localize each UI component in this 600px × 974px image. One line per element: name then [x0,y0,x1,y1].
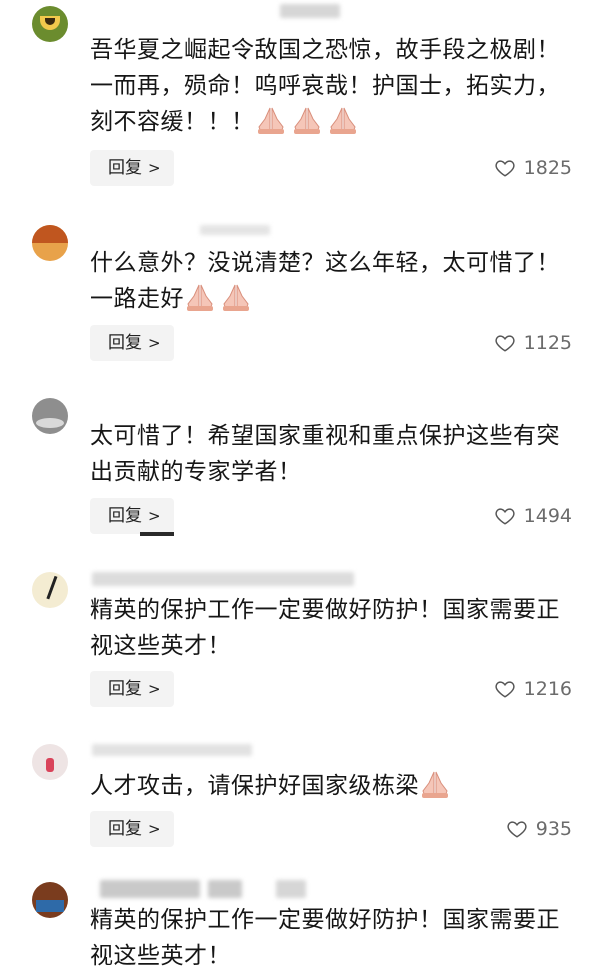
reply-button[interactable]: 回复 > [90,671,174,707]
chevron-right-icon: > [148,680,161,698]
folded-hands-emoji [187,284,213,311]
like-button[interactable]: 1216 [494,671,572,707]
avatar[interactable] [32,398,68,434]
username-blurred [280,4,340,18]
like-count: 1216 [523,678,572,700]
comment-text: 人才攻击，请保护好国家级栋梁 [90,768,570,811]
avatar[interactable] [32,572,68,608]
image-fragment [140,532,174,536]
username-blurred [100,880,200,898]
username-blurred [92,572,354,586]
like-count: 1494 [523,505,572,527]
reply-button[interactable]: 回复 > [90,498,174,534]
like-count: 1825 [523,157,572,179]
comment-text: 精英的保护工作一定要做好防护！国家需要正视这些英才！ [90,907,560,969]
heart-outline-icon [495,335,515,352]
heart-outline-icon [495,160,515,177]
like-button[interactable]: 1494 [494,498,572,534]
heart-outline-icon [495,508,515,525]
avatar[interactable] [32,6,68,42]
reply-button[interactable]: 回复 > [90,811,174,847]
comment-text: 吾华夏之崛起令敌国之恐惊，故手段之极剧！一而再，殒命！呜呼哀哉！护国士，拓实力，… [90,37,560,135]
folded-hands-emoji [257,107,284,134]
reply-button[interactable]: 回复 > [90,325,174,361]
heart-outline-icon [495,681,515,698]
username-blurred [200,225,270,235]
heart-outline-icon [507,821,527,838]
comment-text: 什么意外？没说清楚？这么年轻，太可惜了！一路走好 [90,250,560,312]
folded-hands-emoji [223,284,249,311]
reply-button[interactable]: 回复 > [90,150,174,186]
like-count: 935 [535,818,572,840]
comment-text: 精英的保护工作一定要做好防护！国家需要正视这些英才！ [90,597,560,659]
chevron-right-icon: > [148,159,161,177]
chevron-right-icon: > [148,507,161,525]
avatar[interactable] [32,744,68,780]
folded-hands-emoji [329,107,356,134]
avatar[interactable] [32,882,68,918]
username-blurred [276,880,306,898]
username-blurred [208,880,242,898]
avatar[interactable] [32,225,68,261]
folded-hands-emoji [293,107,320,134]
like-button[interactable]: 1825 [494,150,572,186]
chevron-right-icon: > [148,334,161,352]
folded-hands-emoji [422,771,448,798]
comment-text: 太可惜了！希望国家重视和重点保护这些有突出贡献的专家学者！ [90,423,560,485]
like-button[interactable]: 935 [506,811,572,847]
chevron-right-icon: > [148,820,161,838]
like-button[interactable]: 1125 [494,325,572,361]
username-blurred [92,744,252,756]
like-count: 1125 [523,332,572,354]
